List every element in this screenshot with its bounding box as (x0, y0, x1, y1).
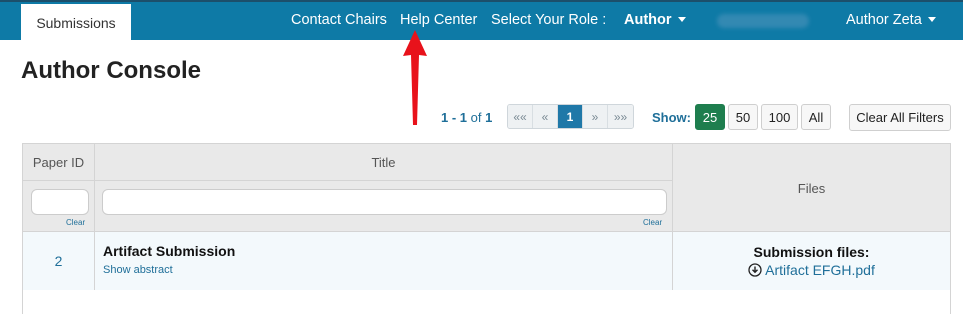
pagination-range: 1 - 1 (441, 110, 468, 125)
paper-id-link[interactable]: 2 (23, 232, 95, 290)
tab-submissions[interactable]: Submissions (21, 4, 131, 42)
last-page-button[interactable]: »» (608, 105, 633, 128)
page-size-50-button[interactable]: 50 (728, 104, 758, 130)
table-row: 2 Artifact Submission Show abstract Subm… (23, 232, 950, 290)
submission-files-heading: Submission files: (753, 244, 870, 260)
user-name: Author Zeta (846, 12, 922, 28)
page-size-25-button[interactable]: 25 (695, 104, 725, 130)
top-navbar: Submissions Contact Chairs Help Center S… (0, 0, 963, 42)
submissions-table: Paper ID Clear Title Clear Files 2 Artif… (22, 143, 951, 314)
title-clear-link[interactable]: Clear (643, 218, 662, 227)
paper-title: Artifact Submission (103, 243, 236, 259)
help-center-link[interactable]: Help Center (400, 12, 477, 28)
page-size-all-button[interactable]: All (801, 104, 831, 130)
prev-page-button[interactable]: « (533, 105, 558, 128)
file-download-link[interactable]: Artifact EFGH.pdf (748, 262, 875, 278)
redacted-blur (717, 14, 809, 28)
column-header-paper-id[interactable]: Paper ID (23, 144, 94, 181)
user-menu-dropdown[interactable]: Author Zeta (846, 12, 936, 28)
show-abstract-link[interactable]: Show abstract (103, 264, 173, 276)
column-title: Title Clear (95, 144, 673, 232)
pagination-count: 1 - 1 of 1 (441, 110, 492, 125)
current-page-button[interactable]: 1 (558, 105, 583, 128)
column-header-title[interactable]: Title (95, 144, 672, 181)
first-page-button[interactable]: «« (508, 105, 533, 128)
next-page-button[interactable]: » (583, 105, 608, 128)
table-footer-space (23, 290, 950, 314)
annotation-arrow-icon (403, 30, 427, 125)
table-header: Paper ID Clear Title Clear Files (23, 144, 950, 232)
column-paper-id: Paper ID Clear (23, 144, 95, 232)
files-cell: Submission files: Artifact EFGH.pdf (673, 232, 950, 290)
pagination-of: of (470, 110, 482, 125)
page-size-100-button[interactable]: 100 (761, 104, 798, 130)
paper-id-clear-link[interactable]: Clear (66, 218, 85, 227)
chevron-down-icon (927, 16, 936, 22)
paper-id-filter-input[interactable] (31, 189, 89, 215)
role-select-label: Select Your Role : (491, 12, 607, 28)
title-filter-input[interactable] (102, 189, 667, 215)
page-size-label: Show: (652, 110, 691, 125)
role-dropdown-value: Author (624, 12, 672, 28)
file-name: Artifact EFGH.pdf (765, 262, 875, 278)
column-header-files: Files (797, 180, 826, 196)
pagination: «« « 1 » »» (507, 104, 634, 129)
pagination-total: 1 (485, 110, 493, 125)
title-cell: Artifact Submission Show abstract (95, 232, 673, 290)
role-dropdown[interactable]: Author (624, 12, 686, 28)
chevron-down-icon (677, 16, 686, 22)
clear-all-filters-button[interactable]: Clear All Filters (849, 104, 951, 131)
contact-chairs-link[interactable]: Contact Chairs (291, 12, 387, 28)
download-icon (748, 263, 762, 277)
page-title: Author Console (21, 57, 201, 84)
